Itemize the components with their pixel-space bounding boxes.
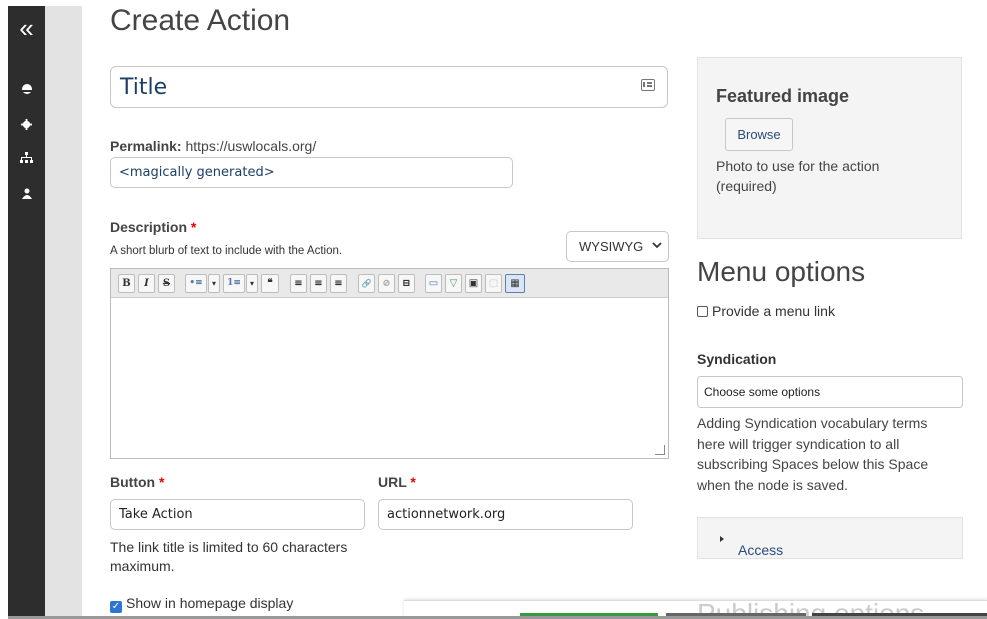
menu-link-label: Provide a menu link (712, 303, 835, 319)
homepage-display-label: Show in homepage display (126, 595, 294, 611)
numbered-list-dropdown[interactable]: ▾ (246, 274, 258, 293)
admin-toolbar: « (8, 6, 45, 619)
unlink-button[interactable]: ⊘ (378, 274, 395, 293)
button-label: Button * (110, 474, 165, 490)
blockquote-button[interactable]: ❝ (261, 274, 279, 293)
bold-button[interactable]: B (118, 274, 135, 293)
menu-link-checkbox[interactable]: Provide a menu link (697, 303, 835, 319)
button-text-input[interactable]: Take Action (110, 499, 365, 530)
sidebar-gutter (45, 6, 82, 619)
sitemap-icon[interactable] (8, 151, 45, 169)
featured-image-panel: Featured image Browse Photo to use for t… (697, 57, 962, 239)
align-center-button[interactable]: ≡ (310, 274, 327, 293)
italic-button[interactable]: I (138, 274, 155, 293)
text-format-value: WYSIWYG (579, 239, 644, 254)
insert-image-button[interactable]: ▣ (465, 274, 482, 293)
home-icon[interactable] (8, 82, 45, 100)
syndication-select[interactable]: Choose some options (697, 376, 963, 408)
page-title: Create Action (110, 4, 291, 37)
access-toggle[interactable]: Access (718, 530, 783, 558)
bulleted-list-button[interactable]: •≡ (185, 274, 207, 293)
button-help: The link title is limited to 60 characte… (110, 539, 348, 574)
description-editor[interactable]: B I S •≡ ▾ 1≡ ▾ ❝ ≡ ≡ ≡ 🔗 ⊘ ⊟ ▭ ▽ ▣ ▢ ▦ (110, 268, 669, 459)
text-format-select[interactable]: WYSIWYG (566, 231, 669, 262)
description-help: A short blurb of text to include with th… (110, 245, 343, 257)
align-right-button[interactable]: ≡ (330, 274, 347, 293)
title-input-value: Title (120, 75, 168, 100)
contact-card-icon (641, 79, 655, 91)
caret-right-icon (720, 536, 724, 542)
align-left-button[interactable]: ≡ (290, 274, 307, 293)
link-button[interactable]: 🔗 (358, 274, 375, 293)
insert-media-button[interactable]: ▭ (425, 274, 442, 293)
syndication-help: Adding Syndication vocabulary terms here… (697, 415, 929, 493)
strikethrough-button[interactable]: S (158, 274, 175, 293)
editor-toolbar: B I S •≡ ▾ 1≡ ▾ ❝ ≡ ≡ ≡ 🔗 ⊘ ⊟ ▭ ▽ ▣ ▢ ▦ (111, 269, 668, 298)
access-details[interactable]: Access (697, 517, 963, 559)
title-input[interactable]: Title (110, 66, 668, 108)
checkbox-unchecked-icon[interactable] (697, 306, 708, 317)
page-break-button[interactable]: ⊟ (398, 274, 415, 293)
url-input[interactable]: actionnetwork.org (378, 499, 633, 530)
featured-image-help: Photo to use for the action (required) (716, 158, 880, 194)
url-label: URL * (378, 474, 416, 490)
description-label: Description * (110, 219, 197, 235)
collapse-sidebar-icon[interactable]: « (8, 8, 45, 48)
numbered-list-button[interactable]: 1≡ (223, 274, 245, 293)
checkbox-checked-icon[interactable]: ✓ (110, 601, 122, 613)
source-button[interactable]: ▢ (485, 274, 502, 293)
insert-template-button[interactable]: ▽ (445, 274, 462, 293)
show-blocks-button[interactable]: ▦ (505, 274, 525, 293)
gear-icon[interactable] (8, 117, 45, 135)
featured-image-title: Featured image (716, 86, 850, 106)
user-icon[interactable] (8, 186, 45, 204)
browse-button[interactable]: Browse (725, 118, 793, 151)
chevron-down-icon (652, 238, 662, 252)
resize-handle-icon[interactable] (655, 445, 665, 455)
permalink-input[interactable]: <magically generated> (110, 157, 513, 188)
required-marker: * (190, 219, 197, 235)
menu-options-title: Menu options (697, 256, 866, 287)
permalink-label: Permalink: https://uswlocals.org/ (110, 138, 317, 154)
permalink-base: https://uswlocals.org/ (185, 138, 317, 154)
syndication-label: Syndication (697, 351, 777, 367)
homepage-display-checkbox[interactable]: ✓ Show in homepage display (110, 595, 293, 613)
bulleted-list-dropdown[interactable]: ▾ (208, 274, 220, 293)
